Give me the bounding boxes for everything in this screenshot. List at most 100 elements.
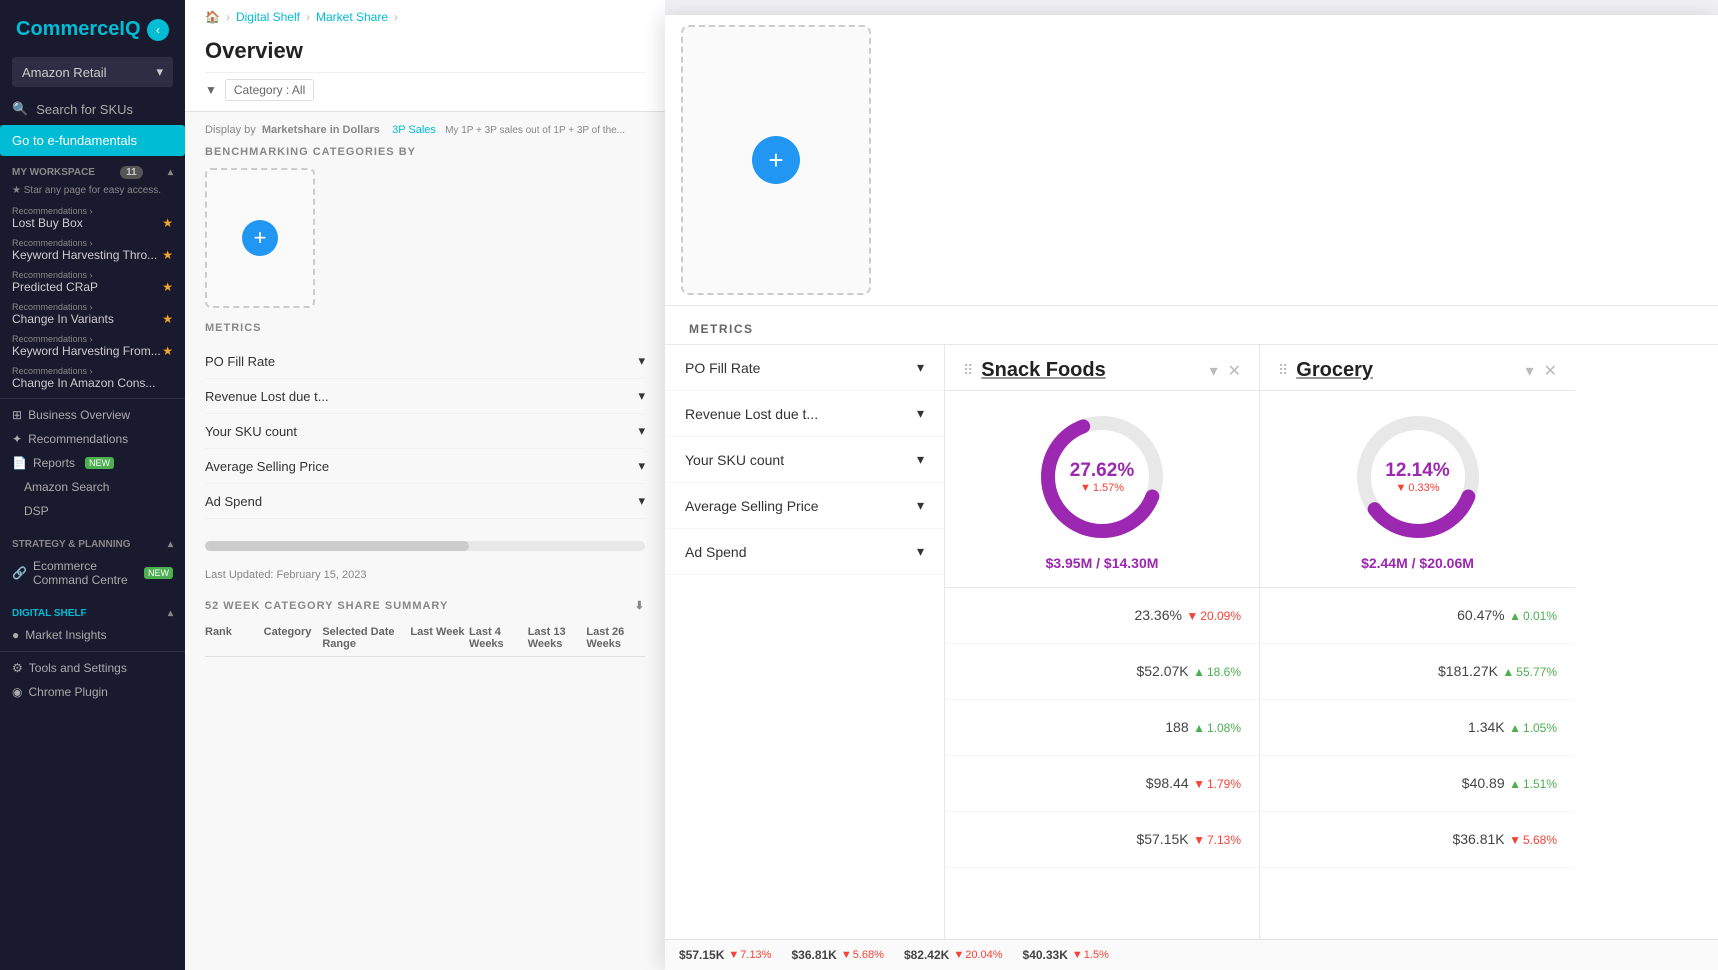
retailer-selector[interactable]: Amazon Retail ▾ <box>12 57 173 87</box>
snack-donut-change: ▼ 1.57% <box>1070 482 1134 494</box>
chevron-metric-1: ▾ <box>638 353 645 369</box>
down-icon-4: ▼ <box>1509 833 1521 847</box>
chevron-snack-dropdown[interactable]: ▾ <box>1210 361 1218 381</box>
business-overview-nav[interactable]: ⊞ Business Overview <box>0 403 185 427</box>
workspace-count-badge: 11 <box>120 166 143 179</box>
sidebar: CommerceIQ ‹ Amazon Retail ▾ 🔍 Search fo… <box>0 0 185 970</box>
rec-keyword-harvesting-thro[interactable]: Recommendations › Keyword Harvesting Thr… <box>0 234 185 266</box>
lb-metric-sku-count[interactable]: Your SKU count ▾ <box>205 414 645 449</box>
snack-data-rows: 23.36% ▼ 20.09% $52.07K <box>945 588 1259 939</box>
metric-sku-count[interactable]: Your SKU count ▾ <box>665 437 944 483</box>
breadcrumb-market-share[interactable]: Market Share <box>316 10 388 24</box>
up-icon-3: ▲ <box>1509 609 1521 623</box>
close-snack-icon[interactable]: ✕ <box>1228 361 1241 381</box>
snack-rev-lost-row: $52.07K ▲ 18.6% <box>945 644 1259 700</box>
search-icon: 🔍 <box>12 101 28 117</box>
metric-po-fill-rate[interactable]: PO Fill Rate ▾ <box>665 345 944 391</box>
reports-nav[interactable]: 📄 Reports NEW <box>0 451 185 475</box>
grocery-donut-center: 12.14% ▼ 0.33% <box>1385 460 1449 494</box>
add-category-card-main[interactable]: + <box>681 25 871 295</box>
grocery-po-fill-change: ▲ 0.01% <box>1509 609 1557 623</box>
grocery-data-rows: 60.47% ▲ 0.01% $181.27K <box>1260 588 1575 939</box>
down-icon-3: ▼ <box>1193 833 1205 847</box>
rec-keyword-harvesting-from[interactable]: Recommendations › Keyword Harvesting Fro… <box>0 330 185 362</box>
chevron-up-icon-2: ▴ <box>168 539 173 550</box>
grocery-rev-lost-change: ▲ 55.77% <box>1502 665 1557 679</box>
lb-metric-po-fill[interactable]: PO Fill Rate ▾ <box>205 344 645 379</box>
lb-metric-revenue-lost[interactable]: Revenue Lost due t... ▾ <box>205 379 645 414</box>
star-icon: ★ <box>162 312 173 326</box>
metric-ad-spend[interactable]: Ad Spend ▾ <box>665 529 944 575</box>
digital-shelf-header: DIGITAL SHELF ▴ <box>0 598 185 623</box>
chrome-plugin-nav[interactable]: ◉ Chrome Plugin <box>0 680 185 704</box>
grocery-sku-value: 1.34K ▲ 1.05% <box>1468 719 1557 737</box>
grocery-title-actions: ▾ ✕ <box>1526 361 1557 381</box>
scrollbar-thumb <box>205 541 469 551</box>
section-title: BENCHMARKING CATEGORIES BY <box>205 146 645 158</box>
snack-po-fill-row: 23.36% ▼ 20.09% <box>945 588 1259 644</box>
snack-foods-title: Snack Foods <box>981 359 1105 382</box>
display-by-label: Display by Marketshare in Dollars 3P Sal… <box>205 124 645 136</box>
tools-settings-nav[interactable]: ⚙ Tools and Settings <box>0 656 185 680</box>
rec-change-in-variants[interactable]: Recommendations › Change In Variants ★ <box>0 298 185 330</box>
bbar-change-3: ▼ 20.04% <box>953 949 1002 961</box>
sidebar-collapse-button[interactable]: ‹ <box>147 19 169 41</box>
lb-content: Display by Marketshare in Dollars 3P Sal… <box>185 112 665 531</box>
filter-bar: ▼ Category : All <box>205 72 645 101</box>
grocery-rev-lost-row: $181.27K ▲ 55.77% <box>1260 644 1575 700</box>
snack-donut-center: 27.62% ▼ 1.57% <box>1070 460 1134 494</box>
down-bbar-4: ▼ <box>1072 949 1083 961</box>
chevron-up-icon: ▴ <box>168 167 173 178</box>
chevron-grocery-dropdown[interactable]: ▾ <box>1526 361 1534 381</box>
lb-metric-ad-spend[interactable]: Ad Spend ▾ <box>205 484 645 519</box>
breadcrumb: 🏠 › Digital Shelf › Market Share › <box>205 10 645 24</box>
add-category-card-left[interactable]: + <box>205 168 315 308</box>
grocery-sku-change: ▲ 1.05% <box>1509 721 1557 735</box>
rec-lost-buy-box[interactable]: Recommendations › Lost Buy Box ★ <box>0 202 185 234</box>
recommendations-nav[interactable]: ✦ Recommendations <box>0 427 185 451</box>
breadcrumb-digital-shelf[interactable]: Digital Shelf <box>236 10 300 24</box>
horizontal-scrollbar[interactable] <box>205 541 645 551</box>
snack-ad-spend-value: $57.15K ▼ 7.13% <box>1136 831 1241 849</box>
snack-title-actions: ▾ ✕ <box>1210 361 1241 381</box>
lb-metric-asp[interactable]: Average Selling Price ▾ <box>205 449 645 484</box>
market-insights-nav[interactable]: ● Market Insights <box>0 623 185 647</box>
down-arrow-snack: ▼ <box>1080 482 1091 494</box>
star-icon: ★ <box>162 216 173 230</box>
category-filter-label[interactable]: Category : All <box>225 79 314 101</box>
go-to-efundamentals[interactable]: Go to e-fundamentals <box>0 125 185 156</box>
snack-foods-column: ⠿ Snack Foods ▾ ✕ <box>945 345 1260 939</box>
bbar-item-3: $82.42K ▼ 20.04% <box>904 948 1003 962</box>
download-icon[interactable]: ⬇ <box>635 599 645 612</box>
ecommerce-command-centre-nav[interactable]: 🔗 Ecommerce Command Centre NEW <box>0 554 185 592</box>
add-circle-left: + <box>242 220 278 256</box>
overlay-bottom-bar: $57.15K ▼ 7.13% $36.81K ▼ 5.68% $82.42K <box>665 939 1718 970</box>
search-for-skus[interactable]: 🔍 Search for SKUs <box>0 93 185 125</box>
grocery-po-fill-value: 60.47% ▲ 0.01% <box>1457 607 1557 625</box>
grocery-drag-area: ⠿ Grocery <box>1278 359 1373 382</box>
home-icon: 🏠 <box>205 10 220 24</box>
rec-change-in-amazon-cons[interactable]: Recommendations › Change In Amazon Cons.… <box>0 362 185 394</box>
last-updated: Last Updated: February 15, 2023 <box>185 561 665 589</box>
grid-icon: ⊞ <box>12 408 22 422</box>
ecommerce-icon: 🔗 <box>12 566 27 580</box>
summary-section: 52 WEEK CATEGORY SHARE SUMMARY ⬇ Rank Ca… <box>185 589 665 667</box>
grocery-donut-change: ▼ 0.33% <box>1385 482 1449 494</box>
grocery-ad-spend-change: ▼ 5.68% <box>1509 833 1557 847</box>
dsp-nav[interactable]: DSP <box>0 499 185 523</box>
grocery-donut-section: 12.14% ▼ 0.33% $2.44M / $20.06M <box>1260 391 1575 588</box>
chevron-rev-lost: ▾ <box>917 405 924 422</box>
close-grocery-icon[interactable]: ✕ <box>1544 361 1557 381</box>
grocery-title: Grocery <box>1296 359 1373 382</box>
rec-predicted-crap[interactable]: Recommendations › Predicted CRaP ★ <box>0 266 185 298</box>
my-workspace-header: MY WORKSPACE 11 ▴ <box>0 156 185 183</box>
metric-revenue-lost[interactable]: Revenue Lost due t... ▾ <box>665 391 944 437</box>
grocery-donut-pct: 12.14% <box>1385 460 1449 482</box>
metrics-section-title: METRICS <box>665 306 1718 345</box>
snack-asp-value: $98.44 ▼ 1.79% <box>1146 775 1241 793</box>
chevron-metric-4: ▾ <box>638 458 645 474</box>
amazon-search-nav[interactable]: Amazon Search <box>0 475 185 499</box>
metrics-section-left: METRICS PO Fill Rate ▾ Revenue Lost due … <box>205 322 645 519</box>
metric-asp[interactable]: Average Selling Price ▾ <box>665 483 944 529</box>
grocery-column: ⠿ Grocery ▾ ✕ <box>1260 345 1575 939</box>
